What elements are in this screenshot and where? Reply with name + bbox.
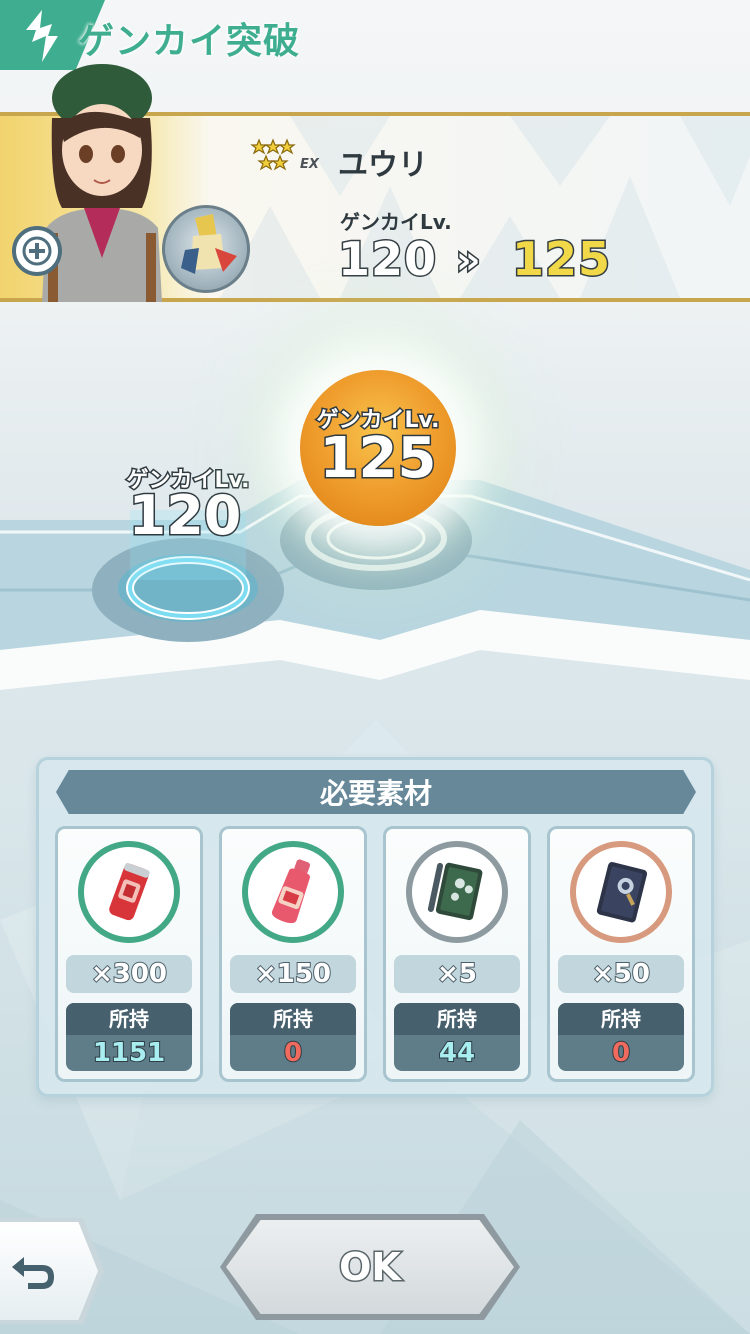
owned-value: 0 — [611, 1037, 631, 1069]
dark-book-icon — [596, 862, 648, 923]
rarity-stars: EX — [250, 138, 320, 172]
ok-button[interactable]: OK — [226, 1220, 514, 1314]
item-ring — [78, 841, 180, 943]
owned-value: 1151 — [92, 1037, 166, 1069]
level-arrow: » — [455, 237, 483, 284]
return-arrow-icon — [12, 1257, 54, 1289]
back-button[interactable] — [0, 1222, 98, 1320]
owned-box: 所持 1151 — [66, 1003, 192, 1071]
owned-box: 所持 0 — [558, 1003, 684, 1071]
level-from: 120 — [336, 231, 438, 288]
level-break-icon — [26, 10, 58, 62]
required-amount: ×50 — [558, 955, 684, 993]
rank-badge: EX — [300, 157, 320, 172]
material-card[interactable]: ×5 所持 44 — [383, 826, 531, 1082]
materials-header: 必要素材 — [56, 770, 696, 814]
pokemon-portrait-icon — [181, 214, 237, 274]
owned-label: 所持 — [66, 1003, 192, 1035]
red-bottle-icon — [271, 859, 311, 924]
current-node-value: 120 — [127, 483, 243, 549]
red-can-icon — [109, 863, 150, 921]
trainer-name: ユウリ — [338, 148, 428, 183]
owned-value: 0 — [283, 1037, 303, 1069]
owned-label: 所持 — [230, 1003, 356, 1035]
level-label: ゲンカイLv. — [340, 210, 452, 234]
owned-label: 所持 — [558, 1003, 684, 1035]
page-title: ゲンカイ突破 — [78, 21, 301, 62]
item-ring — [570, 841, 672, 943]
material-card[interactable]: ×50 所持 0 — [547, 826, 695, 1082]
owned-label: 所持 — [394, 1003, 520, 1035]
material-card[interactable]: ×300 所持 1151 — [55, 826, 203, 1082]
material-card[interactable]: ×150 所持 0 — [219, 826, 367, 1082]
level-to: 125 — [510, 231, 612, 288]
next-node-value: 125 — [318, 425, 438, 493]
item-ring — [406, 841, 508, 943]
required-amount: ×300 — [66, 955, 192, 993]
owned-box: 所持 0 — [230, 1003, 356, 1071]
required-amount: ×5 — [394, 955, 520, 993]
partner-pokemon-icon[interactable] — [162, 205, 250, 293]
item-ring — [242, 841, 344, 943]
green-notebook-icon — [427, 862, 483, 921]
owned-value: 44 — [438, 1037, 476, 1069]
add-button[interactable] — [12, 226, 62, 276]
plus-icon — [22, 236, 52, 266]
owned-box: 所持 44 — [394, 1003, 520, 1071]
required-amount: ×150 — [230, 955, 356, 993]
